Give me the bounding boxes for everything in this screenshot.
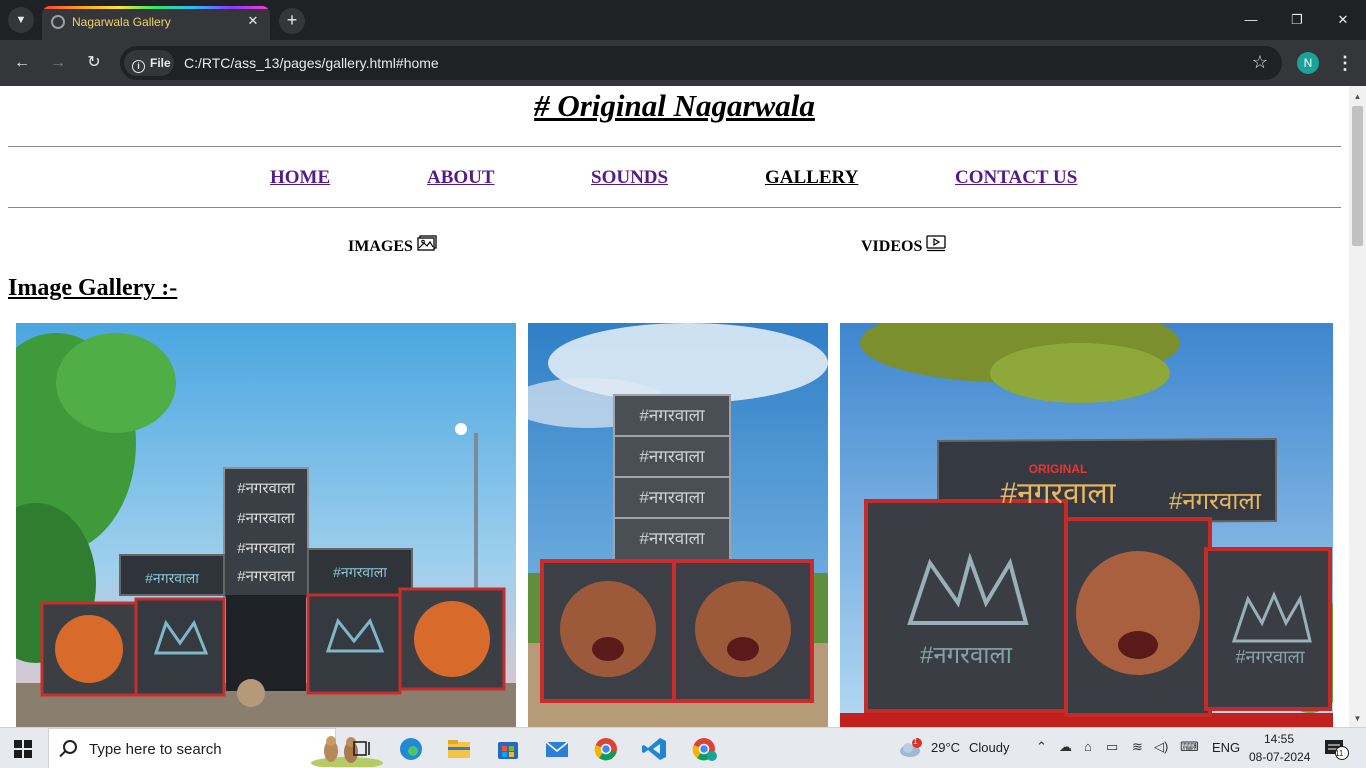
new-tab-button[interactable]: + [279, 8, 305, 34]
reload-button[interactable]: ↻ [81, 50, 107, 76]
speaker-brand-text: #नगरवाला [333, 564, 387, 580]
speaker-brand-text: #नगरवाला [237, 510, 296, 527]
gallery-heading: Image Gallery :- [8, 275, 178, 301]
more-menu-icon[interactable]: ⋮ [1336, 50, 1354, 76]
speaker-brand-text: #नगरवाला [1235, 647, 1304, 667]
speaker-brand-text: #नगरवाला [1169, 488, 1262, 515]
mail-icon[interactable] [540, 733, 574, 765]
bookmark-star-icon[interactable]: ☆ [1252, 52, 1268, 73]
tab-strip: ▼ Nagarwala Gallery ✕ + — ❐ ✕ [0, 0, 1366, 40]
weather-cloud-icon[interactable] [898, 737, 924, 759]
site-info-label: File [150, 56, 171, 70]
back-button[interactable]: ← [9, 50, 35, 76]
gallery-image-3[interactable]: ORIGINAL #नगरवाला #नगरवाला #नगरवाला #नगर… [840, 323, 1333, 727]
scroll-thumb[interactable] [1352, 106, 1363, 246]
divider-top [8, 146, 1341, 147]
page-content: # Original Nagarwala HOME ABOUT SOUNDS G… [0, 86, 1349, 727]
onedrive-cloud-icon[interactable]: ☁ [1059, 739, 1072, 755]
weather-badge: 1 [913, 737, 918, 746]
tab-group-stripe [42, 6, 270, 9]
taskbar-search-box[interactable]: Type here to search [48, 728, 383, 768]
page-scrollbar[interactable]: ▲ ▼ [1349, 86, 1366, 727]
nav-link-about[interactable]: ABOUT [427, 167, 495, 189]
divider-bottom [8, 207, 1341, 208]
search-icon [63, 740, 77, 754]
speaker-brand-text: #नगरवाला [920, 642, 1013, 669]
forward-button[interactable]: → [45, 50, 71, 76]
videos-link[interactable]: VIDEOS [861, 235, 947, 257]
tab-title: Nagarwala Gallery [72, 15, 171, 29]
store-icon[interactable] [491, 733, 525, 765]
site-title: # Original Nagarwala [534, 88, 815, 123]
wifi-icon[interactable]: ≋ [1132, 739, 1143, 755]
weather-temp[interactable]: 29°C [931, 740, 960, 755]
device-icon[interactable]: ⌂ [1084, 739, 1092, 754]
speaker-brand-text: #नगरवाला [237, 480, 296, 497]
chrome-profile-icon[interactable] [687, 733, 721, 765]
edge-icon[interactable] [394, 733, 428, 765]
nav-link-sounds[interactable]: SOUNDS [591, 167, 668, 189]
windows-taskbar: Type here to search 1 29°C Cloudy ⌃ ☁ ⌂ … [0, 727, 1366, 768]
nav-link-gallery[interactable]: GALLERY [765, 167, 858, 189]
images-link[interactable]: IMAGES [348, 235, 437, 257]
vscode-icon[interactable] [638, 733, 672, 765]
restore-button[interactable]: ❐ [1274, 8, 1320, 32]
speaker-brand-text: #नगरवाला [237, 568, 296, 585]
windows-start-icon[interactable] [14, 740, 32, 758]
speaker-brand-text: #नगरवाला [1000, 477, 1116, 510]
info-icon: i [132, 60, 145, 73]
site-info-chip[interactable]: i File [124, 50, 174, 76]
images-label: IMAGES [348, 238, 413, 255]
minimize-button[interactable]: — [1228, 8, 1274, 32]
globe-icon [51, 15, 65, 29]
gallery-image-1[interactable]: #नगरवाला #नगरवाला #नगरवाला #नगरवाला #नगर… [16, 323, 516, 727]
clock-date[interactable]: 08-07-2024 [1249, 750, 1310, 764]
tab-active[interactable]: Nagarwala Gallery ✕ [42, 6, 270, 40]
speaker-brand-text: #नगरवाला [237, 540, 296, 557]
speaker-brand-text: #नगरवाला [639, 406, 705, 425]
tab-search-button[interactable]: ▼ [8, 7, 34, 33]
chevron-up-icon[interactable]: ⌃ [1036, 739, 1047, 755]
notification-count: 11 [1335, 749, 1344, 758]
video-icon [926, 235, 947, 257]
scroll-up-icon[interactable]: ▲ [1349, 88, 1366, 105]
battery-icon[interactable]: ▭ [1106, 739, 1118, 755]
close-window-button[interactable]: ✕ [1320, 8, 1366, 32]
speaker-brand-text: #नगरवाला [639, 447, 705, 466]
file-explorer-icon[interactable] [442, 733, 476, 765]
scroll-down-icon[interactable]: ▼ [1349, 710, 1366, 727]
address-bar[interactable]: i File C:/RTC/ass_13/pages/gallery.html#h… [120, 46, 1282, 80]
browser-toolbar: ← → ↻ i File C:/RTC/ass_13/pages/gallery.… [0, 40, 1366, 86]
nav-link-home[interactable]: HOME [270, 167, 330, 189]
volume-icon[interactable]: ◁) [1154, 739, 1168, 755]
close-icon[interactable]: ✕ [244, 12, 262, 30]
original-badge-text: ORIGINAL [1029, 462, 1088, 476]
videos-label: VIDEOS [861, 238, 923, 255]
clock-time[interactable]: 14:55 [1264, 732, 1294, 746]
search-placeholder: Type here to search [89, 741, 222, 758]
speaker-brand-text: #नगरवाला [145, 570, 199, 586]
language-indicator[interactable]: ENG [1212, 740, 1240, 755]
speaker-brand-text: #नगरवाला [639, 488, 705, 507]
speaker-brand-text: #नगरवाला [639, 529, 705, 548]
keyboard-icon[interactable]: ⌨ [1180, 739, 1199, 755]
chrome-icon[interactable] [589, 733, 623, 765]
url-text[interactable]: C:/RTC/ass_13/pages/gallery.html#home [184, 55, 439, 71]
nav-link-contact[interactable]: CONTACT US [955, 167, 1077, 189]
gallery-image-2[interactable]: #नगरवाला #नगरवाला #नगरवाला #नगरवाला [528, 323, 828, 727]
task-view-icon[interactable] [345, 733, 379, 765]
profile-avatar[interactable]: N [1297, 52, 1319, 74]
image-icon [417, 235, 437, 257]
weather-desc[interactable]: Cloudy [969, 740, 1009, 755]
